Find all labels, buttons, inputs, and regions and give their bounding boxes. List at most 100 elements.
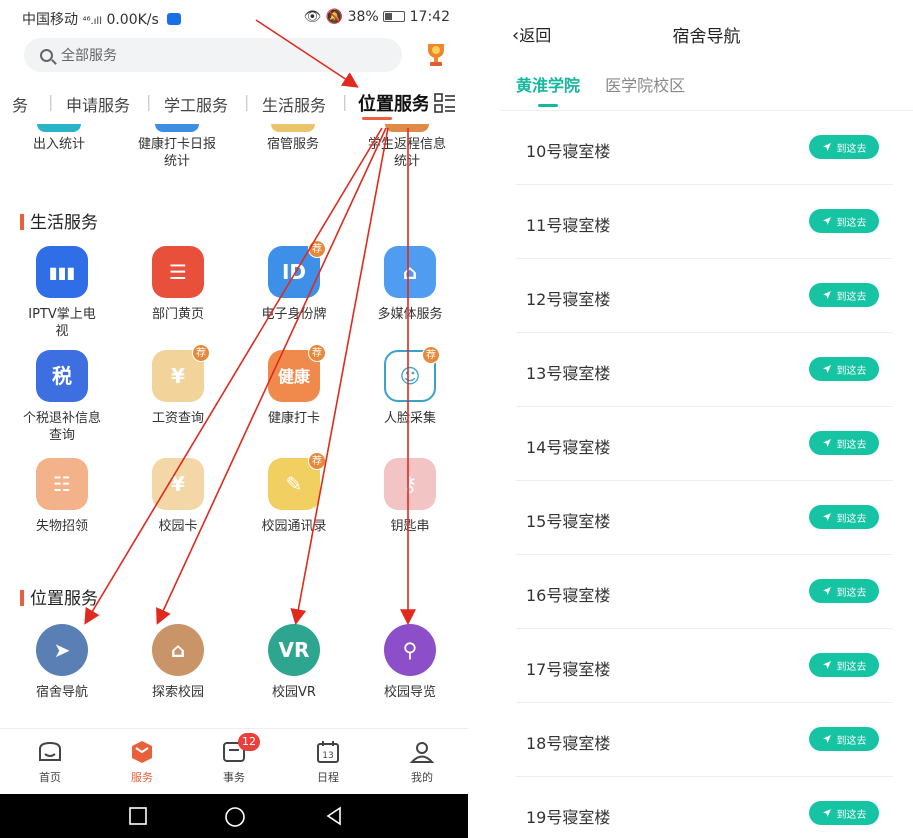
app-tile[interactable]: ⚷ 钥匙串 (354, 458, 466, 535)
dorm-navigation-screen: ‹返回 宿舍导航 黄淮学院 医学院校区 10号寝室楼 到这去 11号寝室楼 到这去 12… (500, 0, 913, 838)
go-here-label: 到这去 (836, 217, 867, 229)
go-here-button[interactable]: 到这去 (809, 579, 879, 603)
navigation-arrow-icon (822, 809, 831, 817)
go-here-label: 到这去 (836, 439, 867, 451)
navigation-arrow-icon (822, 439, 831, 447)
tab-apply[interactable]: 申请服务 (66, 92, 130, 116)
dorm-name: 14号寝室楼 (526, 438, 611, 457)
tab-life[interactable]: 生活服务 (262, 92, 326, 116)
go-here-button[interactable]: 到这去 (809, 283, 879, 307)
app-label: 钥匙串 (390, 519, 430, 534)
service-label: 健康打卡日报统计 (137, 137, 216, 169)
dorm-row: 11号寝室楼 到这去 (516, 185, 893, 259)
icon-glyph: ☺ (399, 363, 421, 388)
app-tile[interactable]: ➤ 宿舍导航 (6, 624, 118, 701)
nav-affairs[interactable]: 事务 12 (204, 733, 264, 785)
app-label: 校园通讯录 (261, 519, 327, 534)
tab-medical-campus[interactable]: 医学院校区 (605, 72, 685, 96)
navigation-arrow-icon (822, 291, 831, 299)
service-label: 出入统计 (32, 137, 85, 152)
back-button-icon[interactable] (324, 806, 344, 826)
app-label: IPTV掌上电视 (28, 307, 96, 339)
go-here-label: 到这去 (836, 291, 867, 303)
go-here-button[interactable]: 到这去 (809, 727, 879, 751)
app-tile[interactable]: ⌂ 探索校园 (122, 624, 234, 701)
service-icon (271, 124, 315, 132)
go-here-button[interactable]: 到这去 (809, 653, 879, 677)
service-label: 学生返程信息统计 (367, 137, 446, 169)
trophy-icon[interactable] (424, 40, 448, 68)
nav-schedule[interactable]: 13 日程 (298, 739, 358, 785)
nav-profile[interactable]: 我的 (392, 739, 452, 785)
go-here-button[interactable]: 到这去 (809, 801, 879, 825)
app-label: 部门黄页 (151, 307, 204, 322)
android-nav-bar (0, 794, 468, 838)
tv-icon: ▮▮▮ (36, 246, 88, 298)
go-here-label: 到这去 (836, 661, 867, 673)
nav-service[interactable]: 服务 (112, 739, 172, 785)
dorm-name: 15号寝室楼 (526, 512, 611, 531)
app-tile[interactable]: ☺ 荐人脸采集 (354, 346, 466, 427)
icon-glyph: ID (281, 259, 307, 284)
app-label: 校园卡 (158, 519, 198, 534)
campus-card-icon: ¥ (152, 458, 204, 510)
service-item[interactable]: 出入统计 (4, 124, 114, 153)
app-tile[interactable]: ⌂ 多媒体服务 (354, 246, 466, 323)
app-tile[interactable]: ▮▮▮ IPTV掌上电视 (6, 246, 118, 340)
calendar-nav-icon: 13 (317, 741, 339, 763)
go-here-button[interactable]: 到这去 (809, 135, 879, 159)
icon-glyph: 税 (52, 363, 72, 388)
app-label: 工资查询 (151, 411, 204, 426)
home-button-icon[interactable] (224, 806, 246, 828)
nav-home[interactable]: 首页 (20, 739, 80, 785)
tab-huanghuai-campus[interactable]: 黄淮学院 (516, 72, 580, 96)
id-card-icon: ID 荐 (268, 240, 326, 298)
icon-glyph: ⌂ (402, 259, 418, 284)
service-item[interactable]: 宿管服务 (238, 124, 348, 153)
all-categories-icon[interactable] (434, 92, 456, 114)
recommend-badge: 荐 (308, 344, 326, 362)
icon-glyph: ⚲ (402, 637, 418, 662)
campus-tabs: 黄淮学院 医学院校区 (516, 72, 705, 96)
tab-location[interactable]: 位置服务 (358, 90, 428, 116)
dorm-name: 17号寝室楼 (526, 660, 611, 679)
search-placeholder: 全部服务 (61, 48, 117, 64)
app-tile[interactable]: ¥ 校园卡 (122, 458, 234, 535)
page-title: 宿舍导航 (672, 27, 741, 47)
go-here-label: 到这去 (836, 587, 867, 599)
go-here-button[interactable]: 到这去 (809, 357, 879, 381)
app-label: 校园导览 (383, 685, 436, 700)
page-header: ‹返回 宿舍导航 (500, 0, 913, 62)
battery-percent: 38% (347, 9, 379, 25)
navigation-arrow-icon (822, 365, 831, 373)
tax-icon: 税 (36, 350, 88, 402)
app-tile[interactable]: ✎ 荐校园通讯录 (238, 452, 350, 535)
app-label: 校园VR (272, 685, 316, 700)
app-tile[interactable]: 健康 荐健康打卡 (238, 344, 350, 427)
dorm-row: 15号寝室楼 到这去 (516, 481, 893, 555)
dorm-row: 13号寝室楼 到这去 (516, 333, 893, 407)
service-label: 宿管服务 (266, 137, 319, 152)
service-item[interactable]: 健康打卡日报统计 (122, 124, 232, 170)
service-item[interactable]: 学生返程信息统计 (352, 124, 462, 170)
go-here-button[interactable]: 到这去 (809, 505, 879, 529)
navigation-arrow-icon (822, 661, 831, 669)
app-label: 多媒体服务 (377, 307, 443, 322)
search-bar[interactable]: 全部服务 (24, 38, 402, 72)
go-here-button[interactable]: 到这去 (809, 209, 879, 233)
app-tile[interactable]: ☰ 部门黄页 (122, 246, 234, 323)
go-here-button[interactable]: 到这去 (809, 431, 879, 455)
nav-schedule-label: 日程 (317, 771, 339, 784)
app-tile[interactable]: ¥ 荐工资查询 (122, 344, 234, 427)
app-tile[interactable]: ID 荐电子身份牌 (238, 240, 350, 323)
recent-apps-icon[interactable] (128, 806, 148, 826)
vr-icon: VR (268, 624, 320, 676)
app-tile[interactable]: ⚲ 校园导览 (354, 624, 466, 701)
tab-partial[interactable]: 务 (12, 92, 28, 116)
tab-student-affairs[interactable]: 学工服务 (164, 92, 228, 116)
app-tile[interactable]: VR 校园VR (238, 624, 350, 701)
app-tile[interactable]: ☷ 失物招领 (6, 458, 118, 535)
app-tile[interactable]: 税个税退补信息查询 (6, 350, 118, 444)
dorm-name: 12号寝室楼 (526, 290, 611, 309)
app-label: 个税退补信息查询 (22, 411, 101, 443)
